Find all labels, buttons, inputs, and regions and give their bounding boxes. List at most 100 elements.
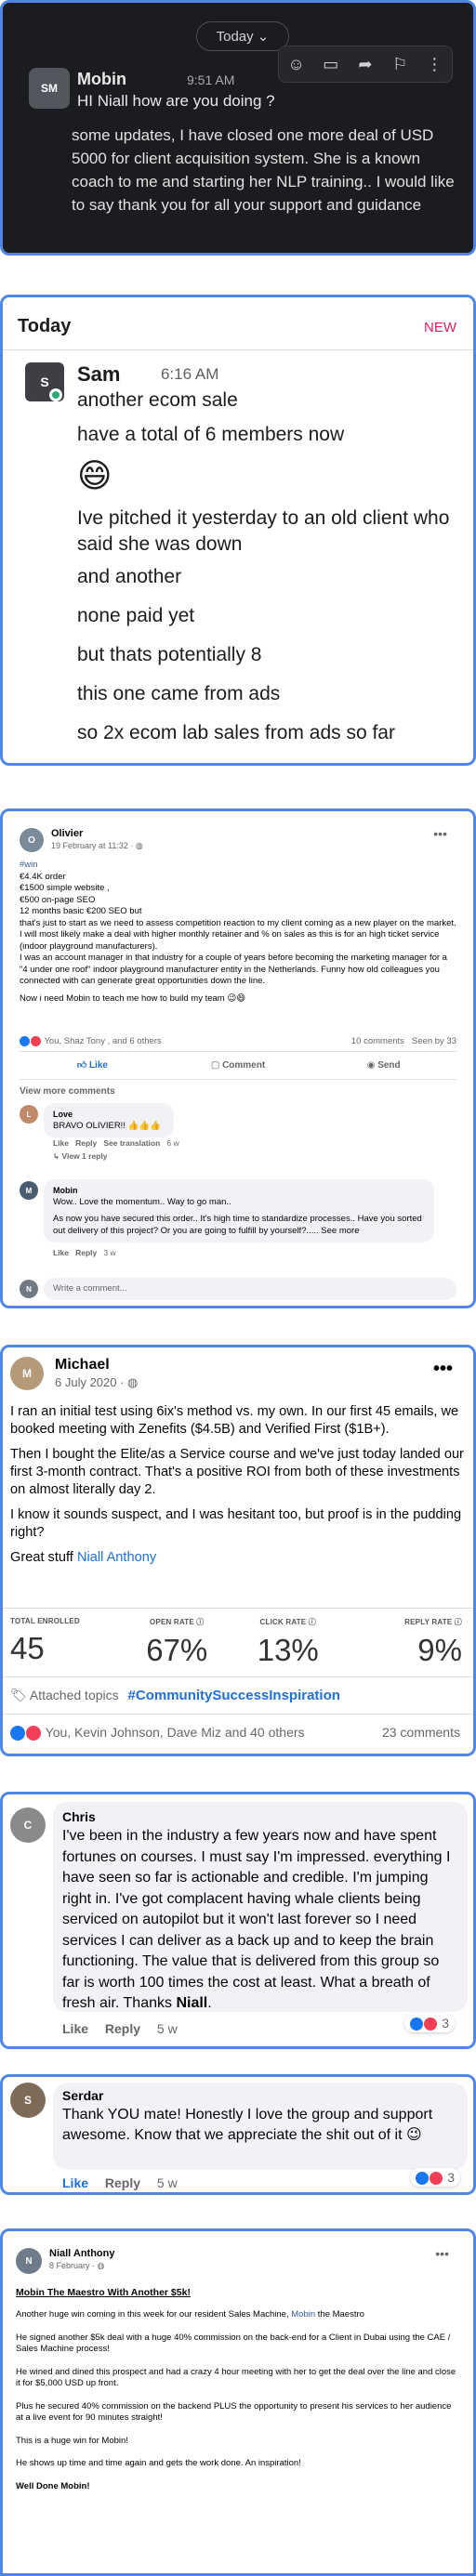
send-button[interactable]: ◉ Send [311, 1055, 456, 1077]
like-button[interactable]: 👍︎ Like [20, 1055, 165, 1077]
post-paragraph: Then I bought the Elite/as a Service cou… [10, 1447, 464, 1497]
hashtag-link[interactable]: #win [20, 860, 456, 872]
comment-meta: Like Reply 5 w [62, 2175, 191, 2190]
comments-count[interactable]: 23 comments [382, 1725, 460, 1740]
comment-meta: Like Reply See translation 6 w [53, 1138, 179, 1148]
comment-like-link[interactable]: Like [53, 1248, 69, 1257]
avatar[interactable]: SM [29, 68, 70, 109]
stat-click-rate: CLICK RATE ⓘ 13% [232, 1617, 344, 1668]
view-reply-link[interactable]: ↳ View 1 reply [53, 1151, 107, 1162]
bookmark-icon[interactable]: ⚐ [388, 55, 412, 74]
commenter-name[interactable]: Chris [62, 1809, 458, 1824]
write-comment-input[interactable]: Write a comment... [44, 1278, 456, 1300]
stat-label: TOTAL ENROLLED [10, 1617, 80, 1625]
comment-reactions[interactable]: 3 [410, 2168, 460, 2188]
commenter-avatar[interactable]: M [20, 1181, 38, 1200]
sender-name[interactable]: Mobin [77, 70, 126, 89]
comment-reactions[interactable]: 3 [404, 2014, 455, 2033]
post-paragraph: He shows up time and time again and gets… [16, 2458, 301, 2468]
more-options-icon[interactable]: ••• [435, 2246, 449, 2261]
comment-meta: Like Reply 5 w [62, 2021, 191, 2036]
comment-text: Thank YOU mate! Honestly I love the grou… [62, 2107, 433, 2143]
stat-value: 13% [257, 1633, 319, 1667]
avatar[interactable]: S [10, 2083, 46, 2118]
message-body: some updates, I have closed one more dea… [72, 126, 455, 214]
commenter-name[interactable]: Love [53, 1109, 165, 1121]
reactions-summary[interactable]: You, Kevin Johnson, Dave Miz and 40 othe… [10, 1725, 305, 1741]
paragraph-text: the Maestro [317, 2309, 364, 2320]
divider [3, 349, 473, 350]
mention-link[interactable]: Mobin [291, 2309, 315, 2320]
closing-text: Great stuff [10, 1550, 73, 1565]
love-reaction-icon [424, 2017, 438, 2031]
see-translation-link[interactable]: See translation [103, 1138, 160, 1148]
mention-link[interactable]: Niall Anthony [77, 1550, 156, 1565]
view-more-comments-link[interactable]: View more comments [20, 1086, 115, 1097]
comments-count[interactable]: 10 comments [351, 1036, 404, 1046]
post-paragraph: I know it sounds suspect, and I was hesi… [10, 1507, 462, 1540]
reply-thread-icon[interactable]: ▭ [319, 55, 343, 74]
online-status-icon [49, 388, 62, 401]
day-header: Today [18, 316, 72, 336]
more-options-icon[interactable]: ••• [433, 1359, 453, 1380]
avatar[interactable]: M [10, 1357, 44, 1390]
stat-reply-rate: REPLY RATE ⓘ 9% [344, 1617, 474, 1668]
topic-link[interactable]: #CommunitySuccessInspiration [128, 1688, 340, 1703]
campaign-stats: TOTAL ENROLLED 45 OPEN RATE ⓘ 67% CLICK RA… [3, 1617, 473, 1668]
comment-reply-link[interactable]: Reply [105, 2021, 140, 2036]
avatar[interactable]: C [10, 1807, 46, 1843]
post-date[interactable]: 8 February · ◍ [49, 2261, 104, 2271]
post-meta[interactable]: 19 February at 11:32 · ◍ [51, 841, 143, 851]
more-actions-icon[interactable]: ⋮ [422, 55, 446, 74]
comment-like-link[interactable]: Like [53, 1138, 69, 1148]
new-badge: NEW [424, 320, 456, 335]
commenter-name[interactable]: Mobin [53, 1185, 425, 1197]
post-date[interactable]: 6 July 2020 · ◍ [55, 1375, 138, 1390]
add-reaction-icon[interactable]: ☺ [284, 55, 309, 74]
comment-body: I've been in the industry a few years no… [62, 1828, 451, 2011]
send-label: Send [377, 1060, 401, 1071]
message-line: and one close 3k/mo [77, 753, 458, 763]
attached-topics: 🏷︎ Attached topics #CommunitySuccessInsp… [10, 1688, 340, 1703]
more-options-icon[interactable]: ••• [433, 826, 447, 841]
sender-name[interactable]: Sam [77, 362, 120, 387]
stat-total-enrolled: TOTAL ENROLLED 45 [3, 1617, 122, 1668]
comment-like-link[interactable]: Like [62, 2021, 88, 2036]
commenter-avatar[interactable]: L [20, 1105, 38, 1124]
like-reaction-icon [416, 2172, 430, 2186]
comment-reply-link[interactable]: Reply [105, 2175, 140, 2190]
message-timestamp[interactable]: 6:16 AM [161, 365, 218, 384]
grin-emoji-icon: 😄 [77, 456, 112, 494]
tag-icon: 🏷︎ [10, 1688, 27, 1702]
message-timestamp[interactable]: 9:51 AM [187, 72, 234, 87]
message-line: none paid yet [77, 605, 195, 626]
like-reaction-icon [20, 1036, 30, 1046]
author-name[interactable]: Olivier [51, 828, 83, 839]
share-icon[interactable]: ➦ [353, 55, 377, 74]
stat-label: REPLY RATE ⓘ [404, 1618, 462, 1626]
author-name[interactable]: Michael [55, 1357, 110, 1373]
comment-text: Wow.. Love the momentum.. Way to go man.… [53, 1196, 231, 1207]
day-divider-button[interactable]: Today ⌄ [196, 21, 289, 51]
comment-text: As now you have secured this order.. It'… [53, 1214, 422, 1236]
divider [20, 1051, 456, 1052]
messenger-icon: ◉ [366, 1060, 378, 1071]
mention-link[interactable]: Niall [176, 1995, 207, 2011]
post-paragraph: He wined and dined this prospect and had… [16, 2366, 456, 2389]
comment-like-link[interactable]: Like [62, 2175, 88, 2190]
avatar[interactable]: N [16, 2248, 42, 2274]
paragraph-text: Another huge win coming in this week for… [16, 2309, 289, 2320]
comment-button[interactable]: ▢ Comment [165, 1055, 311, 1077]
avatar[interactable]: O [20, 828, 44, 852]
reactions-summary[interactable]: You, Shaz Tony , and 6 others [20, 1036, 162, 1046]
commenter-name[interactable]: Serdar [62, 2088, 458, 2103]
facebook-post-card-niall: N Niall Anthony 8 February · ◍ ••• Mobin… [0, 2228, 476, 2576]
author-name[interactable]: Niall Anthony [49, 2248, 114, 2259]
current-user-avatar[interactable]: N [20, 1280, 38, 1298]
love-reaction-icon [430, 2172, 443, 2186]
comment-reply-link[interactable]: Reply [75, 1138, 97, 1148]
post-stats: You, Shaz Tony , and 6 others 10 comment… [20, 1036, 456, 1046]
reactions-text: You, Kevin Johnson, Dave Miz and 40 othe… [45, 1725, 305, 1740]
comment-reply-link[interactable]: Reply [75, 1248, 97, 1257]
seen-by-count[interactable]: Seen by 33 [412, 1036, 456, 1046]
